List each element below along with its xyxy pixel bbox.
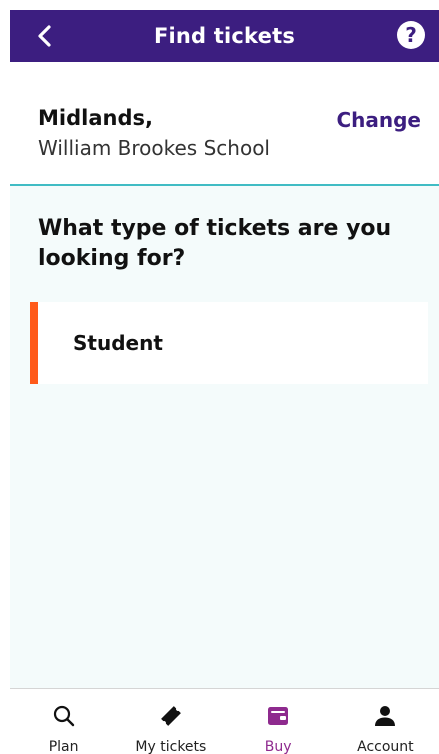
ticket-type-question: What type of tickets are you looking for… bbox=[38, 216, 392, 271]
page-title: Find tickets bbox=[153, 24, 296, 48]
search-icon bbox=[51, 703, 77, 729]
nav-item-plan[interactable]: Plan bbox=[10, 689, 117, 754]
person-icon bbox=[372, 703, 398, 729]
app-screen: Find tickets ? Midlands, William Brookes… bbox=[10, 10, 439, 754]
ticket-icon bbox=[158, 703, 184, 729]
ticket-option-student[interactable]: Student bbox=[30, 302, 428, 384]
nav-label-plan: Plan bbox=[48, 739, 79, 754]
bottom-navigation: Plan My tickets Buy Account bbox=[10, 688, 439, 754]
nav-item-buy[interactable]: Buy bbox=[225, 689, 332, 754]
nav-label-account: Account bbox=[357, 739, 414, 754]
nav-item-my-tickets[interactable]: My tickets bbox=[117, 689, 224, 754]
option-accent-bar bbox=[30, 302, 38, 384]
question-mark-icon: ? bbox=[405, 23, 417, 47]
nav-label-my-tickets: My tickets bbox=[135, 739, 207, 754]
wallet-icon bbox=[265, 703, 291, 729]
change-location-button[interactable]: Change bbox=[336, 108, 421, 132]
top-bar: Find tickets ? bbox=[10, 10, 439, 62]
nav-label-buy: Buy bbox=[264, 739, 292, 754]
location-school: William Brookes School bbox=[38, 136, 270, 160]
ticket-option-label: Student bbox=[73, 331, 163, 355]
help-button[interactable]: ? bbox=[397, 21, 425, 49]
nav-item-account[interactable]: Account bbox=[332, 689, 439, 754]
location-section: Midlands, William Brookes School Change bbox=[10, 62, 439, 186]
location-region: Midlands, bbox=[38, 106, 153, 130]
